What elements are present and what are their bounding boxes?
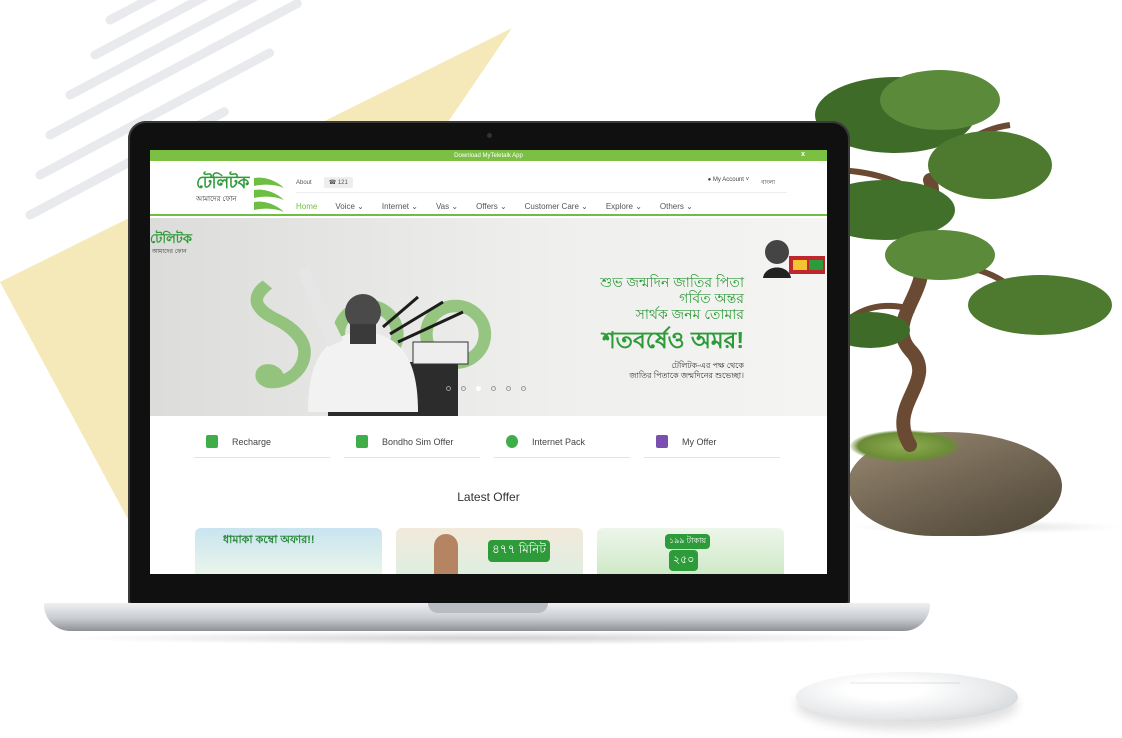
nav-internet-label: Internet bbox=[381, 202, 409, 211]
hotline-number: 121 bbox=[337, 180, 348, 186]
chevron-down-icon: ⌄ bbox=[635, 202, 642, 211]
quick-link-recharge[interactable]: Recharge bbox=[194, 426, 330, 458]
person-photo-image bbox=[434, 534, 458, 574]
chevron-down-icon: ˅ bbox=[745, 177, 750, 183]
nav-explore[interactable]: Explore ⌄ bbox=[606, 202, 642, 211]
download-app-bar[interactable]: Download MyTeletalk App x bbox=[150, 150, 827, 161]
close-download-bar-button[interactable]: x bbox=[801, 151, 805, 158]
nav-customer-care[interactable]: Customer Care ⌄ bbox=[525, 202, 588, 211]
phone-recharge-icon bbox=[206, 435, 218, 448]
hero-line-3: সার্থক জনম তোমার bbox=[635, 306, 744, 322]
nav-internet[interactable]: Internet ⌄ bbox=[382, 202, 418, 211]
gift-icon bbox=[656, 435, 668, 448]
hero-subline-1: টেলিটক-এর পক্ষ থেকে bbox=[671, 361, 744, 370]
mockup-stage: Download MyTeletalk App x টেলিটক আমাদের … bbox=[0, 0, 1122, 738]
carousel-dot[interactable] bbox=[461, 386, 466, 391]
logo-text: টেলিটক bbox=[196, 173, 249, 192]
utility-divider bbox=[296, 192, 787, 193]
chevron-down-icon: ⌄ bbox=[686, 202, 693, 211]
account-links: ● My Account ˅ বাংলা bbox=[708, 177, 775, 188]
phone-icon: ☎ bbox=[328, 180, 337, 186]
hero-line-2: গর্বিত অন্তর bbox=[679, 290, 744, 306]
carousel-dots bbox=[446, 386, 526, 391]
main-nav: Home Voice ⌄ Internet ⌄ Vas ⌄ Offers ⌄ C… bbox=[296, 202, 711, 211]
quick-link-label: My Offer bbox=[682, 436, 717, 447]
nav-others[interactable]: Others ⌄ bbox=[660, 202, 693, 211]
chevron-down-icon: ⌄ bbox=[357, 202, 364, 211]
webcam bbox=[487, 133, 492, 138]
logo-mark-icon bbox=[253, 177, 284, 212]
nav-explore-label: Explore bbox=[605, 202, 633, 211]
laptop-notch bbox=[428, 603, 548, 613]
user-icon: ● bbox=[707, 177, 712, 183]
offer-card[interactable]: ১৯৯ টাকায় ২৫০ bbox=[597, 528, 784, 574]
carousel-dot[interactable] bbox=[491, 386, 496, 391]
hero-message: শুভ জন্মদিন জাতির পিতা গর্বিত অন্তর সার্… bbox=[544, 274, 744, 381]
about-link[interactable]: About bbox=[296, 180, 312, 186]
my-account-dropdown[interactable]: ● My Account ˅ bbox=[708, 177, 750, 188]
quick-link-internet-pack[interactable]: Internet Pack bbox=[494, 426, 630, 458]
offer-card-headline: ধামাকা কম্বো অফার!! bbox=[223, 534, 315, 546]
utility-links: About ☎ 121 bbox=[296, 177, 353, 188]
offer-card-badge: ১৯৯ টাকায় bbox=[665, 534, 711, 549]
hero-headline: শতবর্ষেও অমর! bbox=[602, 327, 744, 353]
carousel-dot-active[interactable] bbox=[476, 386, 481, 391]
latest-offer-heading: Latest Offer bbox=[457, 490, 520, 504]
hero-subline-2: জাতির পিতাকে জন্মদিনের শুভেচ্ছা। bbox=[629, 371, 744, 380]
quick-link-my-offer[interactable]: My Offer bbox=[644, 426, 780, 458]
chevron-down-icon: ⌄ bbox=[499, 202, 507, 211]
site-header: টেলিটক আমাদের ফোন About ☎ 121 ● My Accou… bbox=[150, 161, 827, 216]
chevron-down-icon: ⌄ bbox=[581, 202, 588, 211]
offer-card[interactable]: ধামাকা কম্বো অফার!! bbox=[195, 528, 382, 574]
sim-card-icon bbox=[356, 435, 368, 448]
chevron-down-icon: ⌄ bbox=[451, 202, 459, 211]
download-app-link[interactable]: Download MyTeletalk App bbox=[454, 153, 523, 159]
nav-customer-care-label: Customer Care bbox=[524, 202, 579, 211]
globe-icon bbox=[506, 435, 518, 448]
mouse-image bbox=[796, 672, 1018, 722]
offer-cards: ধামাকা কম্বো অফার!! ৪৭৭ মিনিট ১৯৯ টাকায়… bbox=[195, 528, 784, 574]
quick-link-label: Bondho Sim Offer bbox=[382, 436, 454, 447]
hero-banner[interactable]: ১০০ টেলিটক আমাদের ফোন শুভ জন্মদিন জাতির … bbox=[150, 218, 827, 416]
chevron-down-icon: ⌄ bbox=[411, 202, 418, 211]
logo-tagline: আমাদের ফোন bbox=[196, 196, 237, 203]
nav-others-label: Others bbox=[659, 202, 684, 211]
my-account-label: My Account bbox=[712, 177, 744, 183]
nav-home[interactable]: Home bbox=[296, 202, 317, 211]
laptop-shadow bbox=[60, 631, 920, 645]
nav-voice[interactable]: Voice ⌄ bbox=[335, 202, 364, 211]
mouse-seam bbox=[850, 682, 960, 684]
nav-offers[interactable]: Offers ⌄ bbox=[476, 202, 507, 211]
offer-card-headline: ২৫০ bbox=[669, 550, 699, 571]
speaker-photo-image bbox=[298, 268, 469, 416]
quick-link-bondho-sim[interactable]: Bondho Sim Offer bbox=[344, 426, 480, 458]
language-switch[interactable]: বাংলা bbox=[761, 177, 775, 188]
quick-link-label: Internet Pack bbox=[532, 436, 586, 447]
hotline-pill[interactable]: ☎ 121 bbox=[323, 177, 353, 188]
nav-offers-label: Offers bbox=[476, 202, 498, 211]
carousel-dot[interactable] bbox=[521, 386, 526, 391]
carousel-dot[interactable] bbox=[506, 386, 511, 391]
offer-card[interactable]: ৪৭৭ মিনিট bbox=[396, 528, 583, 574]
nav-vas[interactable]: Vas ⌄ bbox=[436, 202, 458, 211]
hero-logo-tagline: আমাদের ফোন bbox=[152, 249, 187, 255]
offer-card-headline: ৪৭৭ মিনিট bbox=[488, 540, 550, 562]
laptop-screen: Download MyTeletalk App x টেলিটক আমাদের … bbox=[150, 150, 827, 574]
hero-line-1: শুভ জন্মদিন জাতির পিতা bbox=[600, 274, 744, 290]
quick-link-label: Recharge bbox=[232, 436, 272, 447]
nav-voice-label: Voice bbox=[335, 202, 355, 211]
nav-vas-label: Vas bbox=[435, 202, 450, 211]
site-logo[interactable]: টেলিটক আমাদের ফোন bbox=[196, 174, 286, 214]
portrait-badge-image bbox=[763, 240, 825, 278]
quick-links: Recharge Bondho Sim Offer Internet Pack … bbox=[194, 426, 780, 458]
carousel-dot[interactable] bbox=[446, 386, 451, 391]
